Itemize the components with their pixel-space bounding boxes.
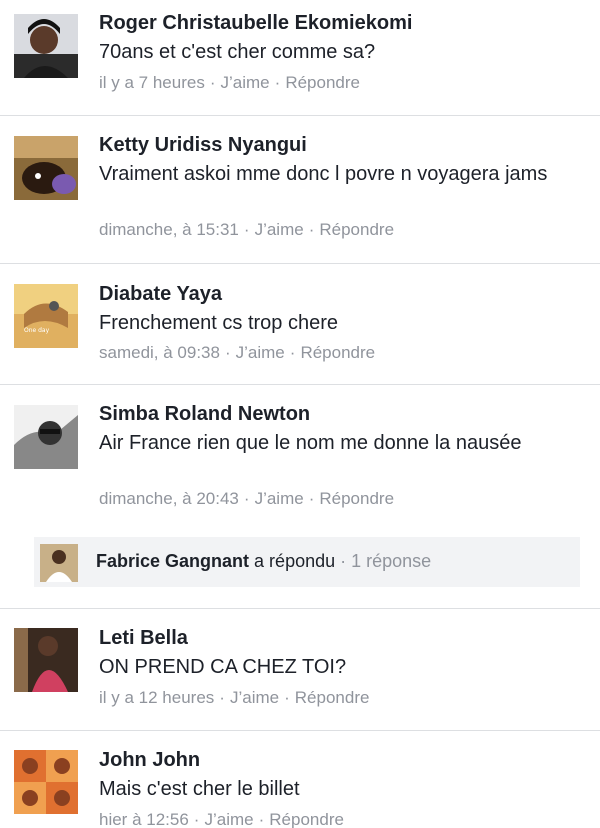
avatar-caption: One day: [24, 327, 50, 334]
comment-text: ON PREND CA CHEZ TOI?: [99, 656, 347, 678]
like-link[interactable]: J’aime: [236, 343, 285, 362]
comment-author[interactable]: John John: [99, 749, 200, 772]
like-link[interactable]: J’aime: [230, 688, 279, 707]
separator: ·: [193, 810, 200, 828]
avatar[interactable]: [14, 405, 78, 469]
reply-link[interactable]: Répondre: [300, 343, 375, 362]
like-link[interactable]: J’aime: [255, 489, 304, 508]
reply-avatar: [40, 544, 78, 582]
reply-link[interactable]: Répondre: [269, 810, 344, 828]
comment-text: Air France rien que le nom me donne la n…: [99, 432, 522, 454]
comment-author[interactable]: Simba Roland Newton: [99, 403, 310, 426]
avatar[interactable]: [14, 14, 78, 78]
separator: ·: [274, 73, 281, 92]
comment-text: Mais c'est cher le billet: [99, 778, 300, 800]
avatar[interactable]: [14, 136, 78, 200]
comment-item: Roger Christaubelle Ekomiekomi 70ans et …: [0, 0, 600, 116]
reply-action: a répondu: [254, 551, 336, 571]
separator: ·: [224, 343, 231, 362]
comment-text: 70ans et c'est cher comme sa?: [99, 41, 376, 63]
view-replies-bar[interactable]: Fabrice Gangnant a répondu · 1 réponse: [34, 537, 580, 587]
reply-count[interactable]: 1 réponse: [351, 551, 431, 571]
avatar[interactable]: [14, 628, 78, 692]
like-link[interactable]: J’aime: [221, 73, 270, 92]
comment-author[interactable]: Roger Christaubelle Ekomiekomi: [99, 12, 412, 35]
comment-feed: Roger Christaubelle Ekomiekomi 70ans et …: [0, 0, 600, 828]
comment-item: John John Mais c'est cher le billet hier…: [0, 731, 600, 828]
comment-item: Simba Roland Newton Air France rien que …: [0, 385, 600, 609]
comment-time[interactable]: hier à 12:56: [99, 810, 189, 828]
separator: ·: [308, 489, 315, 508]
comment-meta: hier à 12:56 · J’aime · Répondre: [99, 810, 344, 828]
avatar[interactable]: One day: [14, 284, 78, 348]
comment-meta: dimanche, à 20:43 · J’aime · Répondre: [99, 489, 394, 509]
like-link[interactable]: J’aime: [204, 810, 253, 828]
comment-author[interactable]: Diabate Yaya: [99, 283, 222, 306]
separator: ·: [289, 343, 296, 362]
comment-time[interactable]: dimanche, à 20:43: [99, 489, 239, 508]
reply-link[interactable]: Répondre: [295, 688, 370, 707]
reply-link[interactable]: Répondre: [285, 73, 360, 92]
like-link[interactable]: J’aime: [255, 220, 304, 239]
comment-time[interactable]: il y a 12 heures: [99, 688, 214, 707]
comment-meta: il y a 7 heures · J’aime · Répondre: [99, 73, 360, 93]
comment-item: One day Diabate Yaya Frenchement cs trop…: [0, 264, 600, 385]
separator: ·: [243, 220, 250, 239]
comment-author[interactable]: Leti Bella: [99, 627, 188, 650]
comment-time[interactable]: il y a 7 heures: [99, 73, 205, 92]
separator: ·: [340, 551, 347, 571]
reply-summary: Fabrice Gangnant a répondu · 1 réponse: [96, 551, 431, 572]
comment-meta: dimanche, à 15:31 · J’aime · Répondre: [99, 220, 394, 240]
comment-text: Frenchement cs trop chere: [99, 312, 338, 334]
comment-item: Ketty Uridiss Nyangui Vraiment askoi mme…: [0, 116, 600, 264]
comment-text: Vraiment askoi mme donc l povre n voyage…: [99, 163, 548, 185]
separator: ·: [219, 688, 225, 707]
comment-time[interactable]: dimanche, à 15:31: [99, 220, 239, 239]
comment-item: Leti Bella ON PREND CA CHEZ TOI? il y a …: [0, 609, 600, 731]
comment-time[interactable]: samedi, à 09:38: [99, 343, 220, 362]
separator: ·: [308, 220, 315, 239]
avatar[interactable]: [14, 750, 78, 814]
comment-meta: il y a 12 heures · J’aime · Répondre: [99, 688, 369, 708]
separator: ·: [284, 688, 290, 707]
reply-link[interactable]: Répondre: [319, 489, 394, 508]
comment-meta: samedi, à 09:38 · J’aime · Répondre: [99, 343, 375, 363]
comment-author[interactable]: Ketty Uridiss Nyangui: [99, 134, 307, 157]
reply-author[interactable]: Fabrice Gangnant: [96, 551, 249, 571]
separator: ·: [209, 73, 216, 92]
reply-link[interactable]: Répondre: [319, 220, 394, 239]
separator: ·: [258, 810, 265, 828]
separator: ·: [243, 489, 250, 508]
